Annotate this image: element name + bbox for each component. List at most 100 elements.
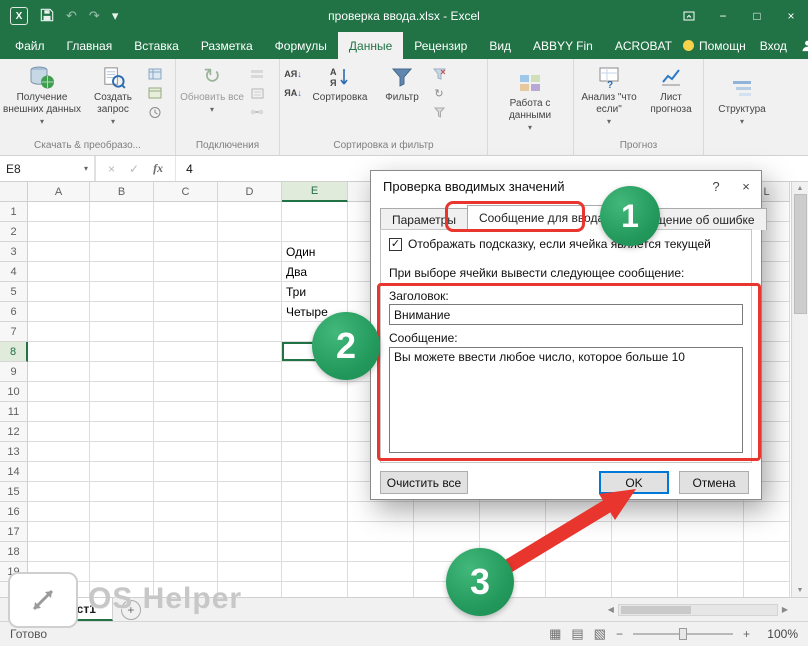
show-queries-button[interactable] — [146, 66, 164, 82]
cell-D15[interactable] — [218, 482, 282, 502]
cell-A7[interactable] — [28, 322, 90, 342]
cell-A3[interactable] — [28, 242, 90, 262]
cell-A17[interactable] — [28, 522, 90, 542]
cell-A8[interactable] — [28, 342, 90, 362]
row-header-15[interactable]: 15 — [0, 482, 28, 502]
horizontal-scroll-thumb[interactable] — [621, 606, 691, 614]
column-header-B[interactable]: B — [90, 182, 154, 202]
cell-E17[interactable] — [282, 522, 348, 542]
cell-D3[interactable] — [218, 242, 282, 262]
what-if-button[interactable]: ? Анализ "что если"▾ — [576, 62, 642, 128]
cell-B12[interactable] — [90, 422, 154, 442]
cell-B19[interactable] — [90, 562, 154, 582]
cell-E20[interactable] — [282, 582, 348, 597]
cell-D4[interactable] — [218, 262, 282, 282]
normal-view-button[interactable]: ▦ — [549, 626, 561, 642]
cell-H16[interactable] — [480, 502, 546, 522]
cell-B8[interactable] — [90, 342, 154, 362]
column-header-A[interactable]: A — [28, 182, 90, 202]
cell-B18[interactable] — [90, 542, 154, 562]
cell-E5[interactable]: Три — [282, 282, 348, 302]
cell-A1[interactable] — [28, 202, 90, 222]
cell-E12[interactable] — [282, 422, 348, 442]
recent-sources-button[interactable] — [146, 104, 164, 120]
edit-links-button[interactable] — [248, 104, 266, 120]
row-header-10[interactable]: 10 — [0, 382, 28, 402]
cell-C8[interactable] — [154, 342, 218, 362]
from-table-button[interactable] — [146, 85, 164, 101]
cell-L20[interactable] — [744, 582, 790, 597]
ribbon-tab-Вид[interactable]: Вид — [478, 32, 522, 59]
cell-D9[interactable] — [218, 362, 282, 382]
row-header-2[interactable]: 2 — [0, 222, 28, 242]
row-header-5[interactable]: 5 — [0, 282, 28, 302]
cell-D1[interactable] — [218, 202, 282, 222]
row-header-1[interactable]: 1 — [0, 202, 28, 222]
cell-A5[interactable] — [28, 282, 90, 302]
hscroll-left-icon[interactable]: ◀ — [608, 605, 614, 614]
cell-J20[interactable] — [612, 582, 678, 597]
show-input-message-checkbox[interactable]: ✓ Отображать подсказку, если ячейка явля… — [389, 237, 711, 251]
cell-D12[interactable] — [218, 422, 282, 442]
save-button[interactable] — [40, 8, 54, 25]
insert-function-button[interactable]: fx — [153, 161, 163, 176]
cell-L16[interactable] — [744, 502, 790, 522]
cell-C18[interactable] — [154, 542, 218, 562]
ribbon-tab-Разметка[interactable]: Разметка — [190, 32, 264, 59]
row-header-12[interactable]: 12 — [0, 422, 28, 442]
cell-A2[interactable] — [28, 222, 90, 242]
horizontal-scrollbar[interactable]: ◀ ▶ — [608, 598, 808, 621]
row-header-9[interactable]: 9 — [0, 362, 28, 382]
forecast-sheet-button[interactable]: Лист прогноза — [642, 62, 700, 116]
cell-G17[interactable] — [414, 522, 480, 542]
cell-E18[interactable] — [282, 542, 348, 562]
zoom-level[interactable]: 100% — [760, 627, 798, 641]
share-button[interactable]: Общий доступ — [801, 39, 808, 53]
cell-B13[interactable] — [90, 442, 154, 462]
sort-button[interactable]: АЯ Сортировка — [304, 62, 376, 104]
cell-E2[interactable] — [282, 222, 348, 242]
cell-A6[interactable] — [28, 302, 90, 322]
clear-all-button[interactable]: Очистить все — [380, 471, 468, 494]
refresh-all-button[interactable]: ↻ Обновить все▾ — [178, 62, 246, 116]
cell-E14[interactable] — [282, 462, 348, 482]
cell-A10[interactable] — [28, 382, 90, 402]
advanced-filter-button[interactable] — [430, 104, 448, 120]
cell-B3[interactable] — [90, 242, 154, 262]
cell-A16[interactable] — [28, 502, 90, 522]
row-header-8[interactable]: 8 — [0, 342, 28, 362]
name-box[interactable]: E8 ▾ — [0, 156, 96, 181]
cell-A18[interactable] — [28, 542, 90, 562]
zoom-slider-thumb[interactable] — [679, 628, 687, 640]
cell-I20[interactable] — [546, 582, 612, 597]
row-header-14[interactable]: 14 — [0, 462, 28, 482]
cell-D18[interactable] — [218, 542, 282, 562]
connections-button[interactable] — [248, 66, 266, 82]
ribbon-display-options-button[interactable] — [672, 0, 706, 32]
ribbon-tab-Данные[interactable]: Данные — [338, 32, 403, 59]
cell-J19[interactable] — [612, 562, 678, 582]
ok-button[interactable]: OK — [599, 471, 669, 494]
row-header-11[interactable]: 11 — [0, 402, 28, 422]
cell-D6[interactable] — [218, 302, 282, 322]
scroll-up-icon[interactable]: ▲ — [797, 185, 804, 192]
cell-F16[interactable] — [348, 502, 414, 522]
cell-C13[interactable] — [154, 442, 218, 462]
sign-in-button[interactable]: Вход — [760, 39, 787, 53]
cell-I17[interactable] — [546, 522, 612, 542]
cell-A13[interactable] — [28, 442, 90, 462]
cell-C4[interactable] — [154, 262, 218, 282]
cell-B5[interactable] — [90, 282, 154, 302]
cell-F18[interactable] — [348, 542, 414, 562]
cell-G16[interactable] — [414, 502, 480, 522]
cell-E4[interactable]: Два — [282, 262, 348, 282]
row-header-3[interactable]: 3 — [0, 242, 28, 262]
cell-K17[interactable] — [678, 522, 744, 542]
maximize-button[interactable]: □ — [740, 0, 774, 32]
row-header-4[interactable]: 4 — [0, 262, 28, 282]
cell-E19[interactable] — [282, 562, 348, 582]
cell-L17[interactable] — [744, 522, 790, 542]
cell-B14[interactable] — [90, 462, 154, 482]
cell-C10[interactable] — [154, 382, 218, 402]
cell-E16[interactable] — [282, 502, 348, 522]
